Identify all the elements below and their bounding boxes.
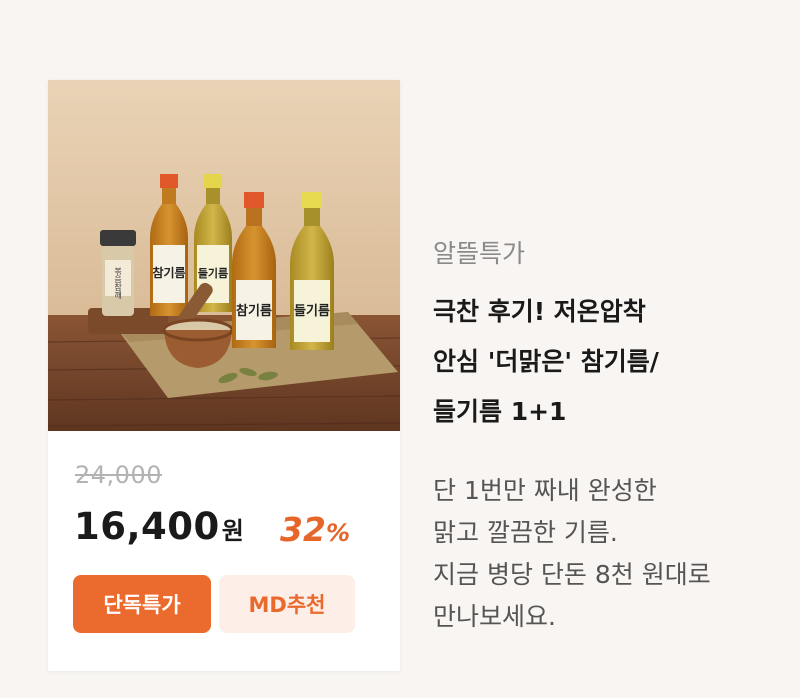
description-line: 맑고 깔끔한 기름. xyxy=(433,518,618,547)
product-image: 볶음참깨 참기름 들기름 참기름 들기름 xyxy=(48,80,400,431)
sale-price: 16,400원 xyxy=(74,505,244,548)
category-label: 알뜰특가 xyxy=(433,239,526,268)
description-line: 만나보세요. xyxy=(433,602,556,631)
description-line: 지금 병당 단돈 8천 원대로 xyxy=(433,560,711,589)
discount-rate: 32% xyxy=(280,510,350,549)
discount-value: 32 xyxy=(280,510,326,549)
title-line: 극찬 후기! 저온압착 xyxy=(433,297,646,326)
md-pick-badge: MD추천 xyxy=(219,575,355,633)
discount-unit: % xyxy=(325,519,350,547)
product-title[interactable]: 극찬 후기! 저온압착 안심 '더맑은' 참기름/ 들기름 1+1 xyxy=(433,287,773,437)
product-photo[interactable]: 볶음참깨 참기름 들기름 참기름 들기름 xyxy=(48,80,400,431)
product-card[interactable]: 볶음참깨 참기름 들기름 참기름 들기름 24,000 16,400원 32% … xyxy=(48,80,400,671)
bottle-label-2: 들기름 xyxy=(198,266,228,280)
bottle-label-1: 참기름 xyxy=(152,265,185,280)
original-price: 24,000 xyxy=(75,461,162,489)
exclusive-deal-badge: 단독특가 xyxy=(73,575,211,633)
price-area: 24,000 16,400원 32% 단독특가 MD추천 xyxy=(48,431,400,671)
currency-label: 원 xyxy=(221,517,245,545)
product-description: 단 1번만 짜내 완성한 맑고 깔끔한 기름. 지금 병당 단돈 8천 원대로 … xyxy=(433,470,773,638)
title-line: 안심 '더맑은' 참기름/ xyxy=(433,347,659,376)
description-line: 단 1번만 짜내 완성한 xyxy=(433,476,657,505)
bottle-label-3: 참기름 xyxy=(236,303,272,319)
bottle-label-4: 들기름 xyxy=(294,304,330,319)
sale-price-value: 16,400 xyxy=(74,505,220,548)
title-line: 들기름 1+1 xyxy=(433,397,567,426)
spice-jar: 볶음참깨 xyxy=(100,230,136,316)
jar-label: 볶음참깨 xyxy=(113,267,122,300)
